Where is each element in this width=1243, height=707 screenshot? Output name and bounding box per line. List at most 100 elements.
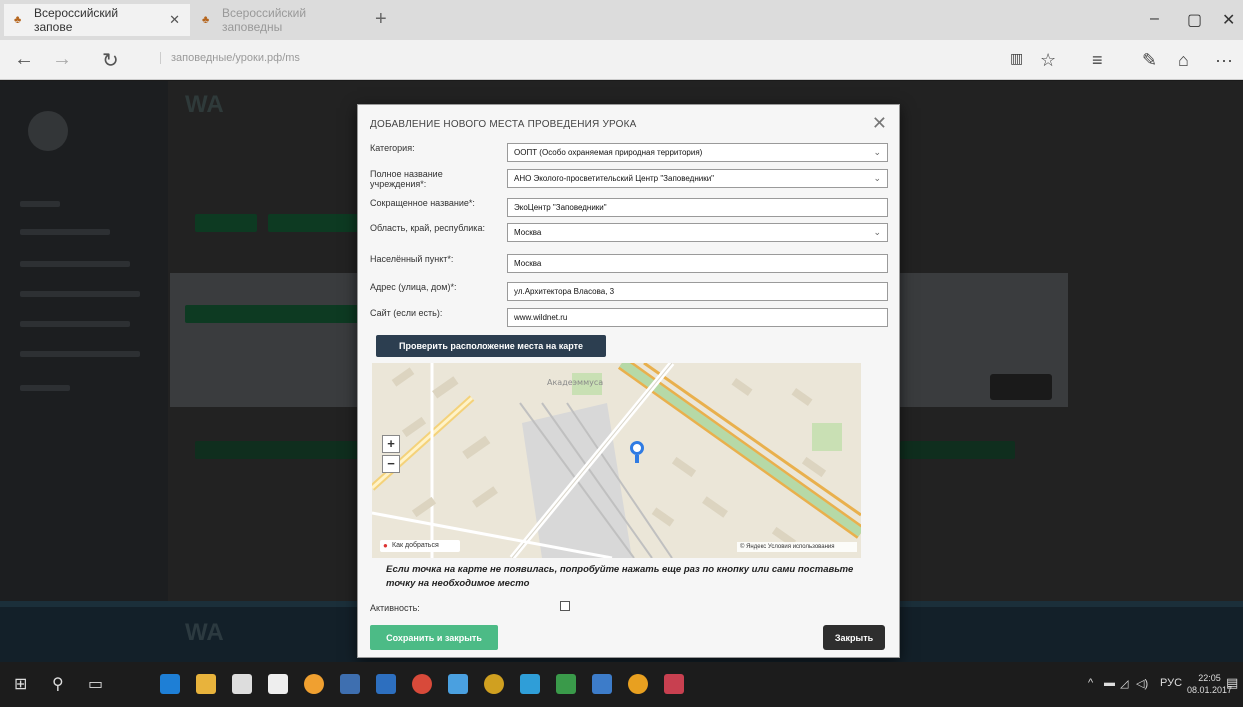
full-name-select[interactable]: АНО Эколого-просветительский Центр "Запо… (507, 169, 888, 188)
battery-icon[interactable]: ▬ (1104, 677, 1115, 689)
headphones-icon[interactable] (304, 674, 324, 694)
app-icon[interactable] (592, 674, 612, 694)
short-name-row: Сокращенное название*: ЭкоЦентр "Заповед… (370, 198, 888, 218)
add-location-modal: ДОБАВЛЕНИЕ НОВОГО МЕСТА ПРОВЕДЕНИЯ УРОКА… (357, 104, 900, 658)
pin-icon: ● (383, 541, 388, 550)
sidebar (0, 81, 168, 601)
windows-start-icon[interactable]: ⊞ (14, 674, 27, 694)
short-name-label: Сокращенное название*: (370, 198, 475, 208)
app-icon[interactable] (520, 674, 540, 694)
zoom-out-button[interactable]: − (382, 455, 400, 473)
network-icon[interactable]: ◿ (1120, 677, 1128, 690)
share-icon[interactable]: ⌂ (1178, 50, 1189, 71)
sidebar-item[interactable] (20, 291, 140, 297)
save-and-close-button[interactable]: Сохранить и закрыть (370, 625, 498, 650)
category-select[interactable]: ООПТ (Особо охраняемая природная террито… (507, 143, 888, 162)
app-icon[interactable] (340, 674, 360, 694)
directions-link[interactable]: ● Как добраться (380, 540, 460, 552)
location-pin-tail (635, 455, 639, 463)
file-explorer-icon[interactable] (196, 674, 216, 694)
modal-title: ДОБАВЛЕНИЕ НОВОГО МЕСТА ПРОВЕДЕНИЯ УРОКА (370, 119, 637, 130)
app-icon[interactable] (664, 674, 684, 694)
close-button[interactable]: Закрыть (823, 625, 885, 650)
forward-icon[interactable]: → (52, 48, 72, 71)
language-indicator[interactable]: РУС (1160, 677, 1182, 689)
location-map[interactable]: Акадеэммуса + − ● Как добраться © Яндекс … (372, 363, 861, 558)
site-favicon-icon: ♣ (202, 14, 210, 26)
zoom-in-button[interactable]: + (382, 435, 400, 453)
sidebar-item[interactable] (20, 261, 130, 267)
address-label: Адрес (улица, дом)*: (370, 282, 457, 292)
favorite-star-icon[interactable]: ☆ (1040, 50, 1056, 71)
region-select[interactable]: Москва ⌄ (507, 223, 888, 242)
sidebar-item[interactable] (20, 321, 130, 327)
chrome-icon[interactable] (628, 674, 648, 694)
bg-close-button (990, 374, 1052, 400)
sidebar-item[interactable] (20, 201, 60, 207)
tab-title: Всероссийский заповедны (222, 6, 307, 34)
edge-browser-icon[interactable] (160, 674, 180, 694)
region-value: Москва (514, 228, 542, 237)
document-icon[interactable] (268, 674, 288, 694)
category-value: ООПТ (Особо охраняемая природная террито… (514, 148, 703, 157)
web-note-icon[interactable]: ✎ (1142, 50, 1157, 71)
website-label: Сайт (если есть): (370, 308, 443, 318)
bg-bar (900, 441, 1015, 459)
category-label: Категория: (370, 143, 415, 153)
bg-button (185, 305, 365, 323)
city-row: Населённый пункт*: Москва (370, 254, 888, 274)
reading-view-icon[interactable]: ▥ (1010, 50, 1023, 67)
app-icon[interactable] (556, 674, 576, 694)
activity-checkbox[interactable] (560, 601, 570, 611)
check-location-button[interactable]: Проверить расположение места на карте (376, 335, 606, 357)
chevron-down-icon: ⌄ (873, 173, 881, 183)
close-tab-icon[interactable]: ✕ (169, 12, 180, 28)
full-name-row: Полное название учреждения*: АНО Эколого… (370, 169, 888, 189)
address-row: Адрес (улица, дом)*: ул.Архитектора Влас… (370, 282, 888, 302)
website-row: Сайт (если есть): www.wildnet.ru (370, 308, 888, 328)
app-icon[interactable] (412, 674, 432, 694)
location-pin-icon[interactable] (630, 441, 644, 455)
more-icon[interactable]: ··· (1215, 50, 1233, 71)
task-view-icon[interactable]: ▭ (88, 674, 103, 694)
map-hint-text: Если точка на карте не появилась, попроб… (386, 564, 854, 589)
region-row: Область, край, республика: Москва ⌄ (370, 223, 888, 243)
maximize-icon[interactable]: ▢ (1187, 10, 1202, 30)
hub-icon[interactable]: ≡ (1092, 50, 1103, 71)
sidebar-item[interactable] (20, 351, 140, 357)
app-icon[interactable] (448, 674, 468, 694)
app-icon[interactable] (484, 674, 504, 694)
map-tiles: Акадеэммуса (372, 363, 861, 558)
region-label: Область, край, республика: (370, 223, 485, 233)
app-icon[interactable] (376, 674, 396, 694)
store-icon[interactable] (232, 674, 252, 694)
browser-tab-2[interactable]: ♣ Всероссийский заповедны (192, 4, 372, 36)
new-tab-icon[interactable]: + (375, 8, 387, 31)
chevron-down-icon: ⌄ (873, 147, 881, 157)
sidebar-item[interactable] (20, 385, 70, 391)
website-input[interactable]: www.wildnet.ru (507, 308, 888, 327)
back-icon[interactable]: ← (14, 48, 34, 71)
full-name-label: Полное название учреждения*: (370, 169, 443, 189)
browser-tab-1[interactable]: ♣ Всероссийский заповe ✕ (4, 4, 190, 36)
sidebar-item[interactable] (20, 229, 110, 235)
refresh-icon[interactable]: ↻ (102, 48, 119, 73)
close-window-icon[interactable]: ✕ (1222, 10, 1235, 30)
map-copyright[interactable]: © Яндекс Условия использования (737, 542, 857, 552)
minimize-icon[interactable]: – (1150, 10, 1159, 28)
chevron-down-icon: ⌄ (873, 227, 881, 237)
notifications-icon[interactable]: ▤ (1226, 675, 1238, 691)
directions-label: Как добраться (392, 542, 439, 549)
tray-chevron-icon[interactable]: ^ (1088, 677, 1093, 689)
bg-button (268, 214, 358, 232)
short-name-input[interactable]: ЭкоЦентр "Заповедники" (507, 198, 888, 217)
city-input[interactable]: Москва (507, 254, 888, 273)
site-logo (28, 111, 68, 151)
address-input[interactable]: ул.Архитектора Власова, 3 (507, 282, 888, 301)
search-icon[interactable]: ⚲ (52, 674, 64, 694)
map-district-label: Акадеэммуса (547, 378, 603, 387)
volume-icon[interactable]: ◁) (1136, 677, 1148, 690)
url-field[interactable]: заповедные/уроки.рф/ms (160, 52, 300, 64)
close-icon[interactable]: ✕ (872, 113, 887, 134)
full-name-value: АНО Эколого-просветительский Центр "Запо… (514, 174, 715, 183)
